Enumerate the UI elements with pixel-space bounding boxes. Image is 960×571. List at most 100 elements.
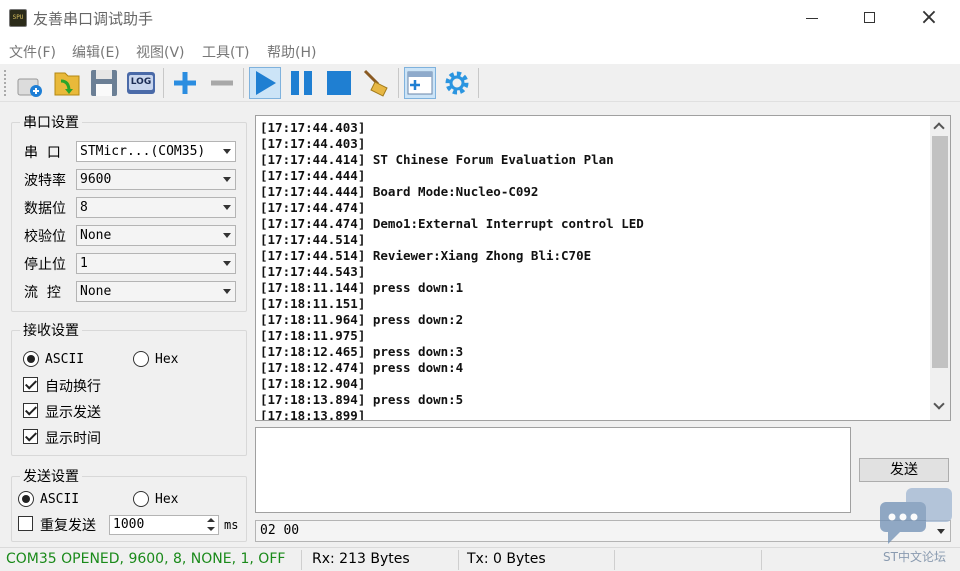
databits-select[interactable]: 8	[76, 197, 236, 218]
status-bar: COM35 OPENED, 9600, 8, NONE, 1, OFF Rx: …	[0, 547, 960, 571]
interval-unit: ms	[224, 518, 239, 532]
log-button[interactable]: LOG	[125, 67, 157, 99]
add-window-button[interactable]	[404, 67, 436, 99]
flow-select[interactable]: None	[76, 281, 236, 302]
status-separator	[301, 550, 302, 570]
interval-stepper[interactable]: 1000	[109, 515, 219, 535]
chevron-down-icon	[223, 149, 231, 154]
send-button[interactable]: 发送	[859, 458, 949, 482]
receive-settings-title: 接收设置	[20, 320, 82, 340]
flow-label: 流 控	[24, 285, 61, 301]
new-port-button[interactable]	[14, 67, 46, 99]
pause-button[interactable]	[286, 67, 318, 99]
app-icon: SPU	[9, 9, 27, 27]
send-history-select[interactable]: 02 00	[255, 520, 951, 542]
scroll-up-icon[interactable]	[933, 122, 945, 134]
maximize-icon	[864, 12, 875, 23]
play-button[interactable]	[249, 67, 281, 99]
remove-button[interactable]	[206, 67, 238, 99]
stopbits-label: 停止位	[24, 257, 66, 273]
add-button[interactable]	[169, 67, 201, 99]
show-time-checkbox[interactable]	[23, 429, 38, 444]
log-line: [17:17:44.403]	[260, 136, 366, 151]
receive-log-lines: [17:17:44.403] [17:17:44.403] [17:17:44.41…	[260, 120, 644, 421]
tx-count: Tx: 0 Bytes	[467, 551, 546, 567]
send-hex-label: Hex	[155, 492, 179, 507]
chevron-down-icon	[223, 205, 231, 210]
settings-button[interactable]	[441, 67, 473, 99]
menu-view[interactable]: 视图(V)	[136, 42, 185, 62]
clear-button[interactable]	[360, 67, 392, 99]
send-settings-title: 发送设置	[20, 466, 82, 486]
rx-count: Rx: 213 Bytes	[312, 551, 410, 567]
show-time-label: 显示时间	[45, 431, 101, 447]
log-line: [17:17:44.543]	[260, 264, 366, 279]
log-line: [17:18:13.899]	[260, 408, 366, 421]
chevron-down-icon	[223, 289, 231, 294]
baud-select[interactable]: 9600	[76, 169, 236, 190]
log-line: [17:18:12.465] press down:3	[260, 344, 464, 359]
parity-select[interactable]: None	[76, 225, 236, 246]
receive-ascii-radio[interactable]	[23, 351, 39, 367]
repeat-send-label: 重复发送	[40, 518, 96, 534]
receive-hex-label: Hex	[155, 352, 179, 367]
stopbits-select[interactable]: 1	[76, 253, 236, 274]
log-line: [17:17:44.444]	[260, 168, 366, 183]
log-line: [17:17:44.514]	[260, 232, 366, 247]
add-icon	[174, 72, 196, 94]
title-bar: SPU 友善串口调试助手 ×	[0, 0, 960, 36]
toolbar-separator	[243, 68, 244, 98]
log-line: [17:18:11.151]	[260, 296, 366, 311]
stop-icon	[327, 71, 351, 95]
send-input[interactable]	[255, 427, 851, 513]
log-line: [17:17:44.514] Reviewer:Xiang Zhong Bli:…	[260, 248, 592, 263]
show-send-label: 显示发送	[45, 405, 101, 421]
new-port-icon	[17, 78, 42, 97]
save-icon	[91, 70, 117, 96]
toolbar-separator	[478, 68, 479, 98]
stop-button[interactable]	[323, 67, 355, 99]
menu-help[interactable]: 帮助(H)	[267, 42, 316, 62]
receive-hex-radio[interactable]	[133, 351, 149, 367]
toolbar-separator	[398, 68, 399, 98]
toolbar-grip[interactable]	[4, 70, 7, 96]
stopbits-value: 1	[80, 256, 88, 271]
menu-file[interactable]: 文件(F)	[9, 42, 56, 62]
close-button[interactable]: ×	[900, 0, 958, 36]
gear-icon	[445, 71, 469, 95]
scroll-thumb[interactable]	[932, 136, 948, 368]
log-line: [17:17:44.403]	[260, 120, 366, 135]
stepper-up-icon[interactable]	[204, 516, 218, 525]
log-line: [17:18:11.964] press down:2	[260, 312, 464, 327]
log-line: [17:18:12.904]	[260, 376, 366, 391]
port-select[interactable]: STMicr...(COM35)	[76, 141, 236, 162]
interval-value: 1000	[113, 517, 145, 532]
repeat-send-checkbox[interactable]	[18, 516, 33, 531]
log-line: [17:17:44.474] Demo1:External Interrupt …	[260, 216, 644, 231]
play-icon	[256, 71, 276, 95]
auto-wrap-checkbox[interactable]	[23, 377, 38, 392]
receive-scrollbar[interactable]	[930, 116, 950, 420]
show-send-checkbox[interactable]	[23, 403, 38, 418]
databits-value: 8	[80, 200, 88, 215]
send-ascii-radio[interactable]	[18, 491, 34, 507]
baud-label: 波特率	[24, 173, 66, 189]
port-value: STMicr...(COM35)	[80, 144, 206, 159]
minimize-icon	[806, 18, 818, 19]
menu-tools[interactable]: 工具(T)	[202, 42, 249, 62]
forum-chat-icon	[880, 488, 952, 544]
scroll-down-icon[interactable]	[933, 398, 945, 410]
window-title: 友善串口调试助手	[33, 10, 154, 28]
minimize-button[interactable]	[784, 0, 842, 36]
receive-log[interactable]: [17:17:44.403] [17:17:44.403] [17:17:44.41…	[255, 115, 951, 421]
databits-label: 数据位	[24, 201, 66, 217]
send-hex-radio[interactable]	[133, 491, 149, 507]
menu-edit[interactable]: 编辑(E)	[72, 42, 120, 62]
save-button[interactable]	[88, 67, 120, 99]
maximize-button[interactable]	[842, 0, 900, 36]
status-separator	[458, 550, 459, 570]
menu-bar: 文件(F) 编辑(E) 视图(V) 工具(T) 帮助(H)	[0, 36, 960, 64]
stepper-down-icon[interactable]	[204, 525, 218, 534]
log-line: [17:18:12.474] press down:4	[260, 360, 464, 375]
open-button[interactable]	[51, 67, 83, 99]
